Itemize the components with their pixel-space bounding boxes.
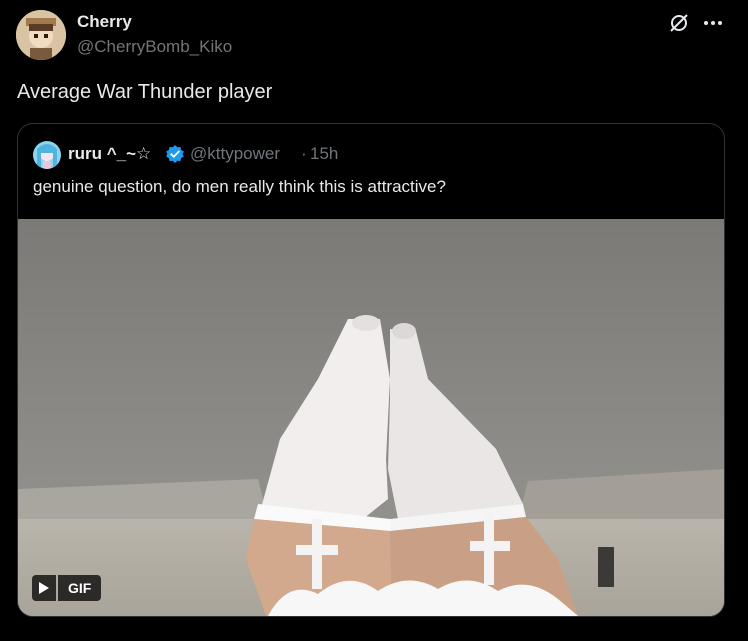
author-handle[interactable]: @CherryBomb_Kiko xyxy=(77,37,232,57)
quoted-author-handle[interactable]: @kttypower xyxy=(190,144,280,164)
tweet-text: Average War Thunder player xyxy=(17,81,273,103)
author-name[interactable]: Cherry xyxy=(77,12,132,32)
more-icon[interactable] xyxy=(701,12,725,34)
separator-dot: · xyxy=(301,144,307,163)
verified-badge-icon xyxy=(165,144,185,164)
quoted-timestamp[interactable]: 15h xyxy=(310,144,338,164)
grok-icon[interactable] xyxy=(667,11,691,35)
play-icon[interactable] xyxy=(32,575,56,601)
tweet: Cherry @CherryBomb_Kiko Average War Thun… xyxy=(0,0,748,641)
gif-badge[interactable]: GIF xyxy=(32,575,102,601)
quoted-tweet-text: genuine question, do men really think th… xyxy=(33,177,446,196)
gif-label: GIF xyxy=(58,575,102,601)
quoted-author-avatar[interactable] xyxy=(33,141,61,169)
author-avatar[interactable] xyxy=(16,10,66,60)
gif-media[interactable]: GIF xyxy=(18,219,724,616)
quoted-author-name[interactable]: ruru ^_~☆ xyxy=(68,144,151,164)
quoted-tweet[interactable]: ruru ^_~☆ @kttypower · 15h genuine quest… xyxy=(17,123,725,617)
